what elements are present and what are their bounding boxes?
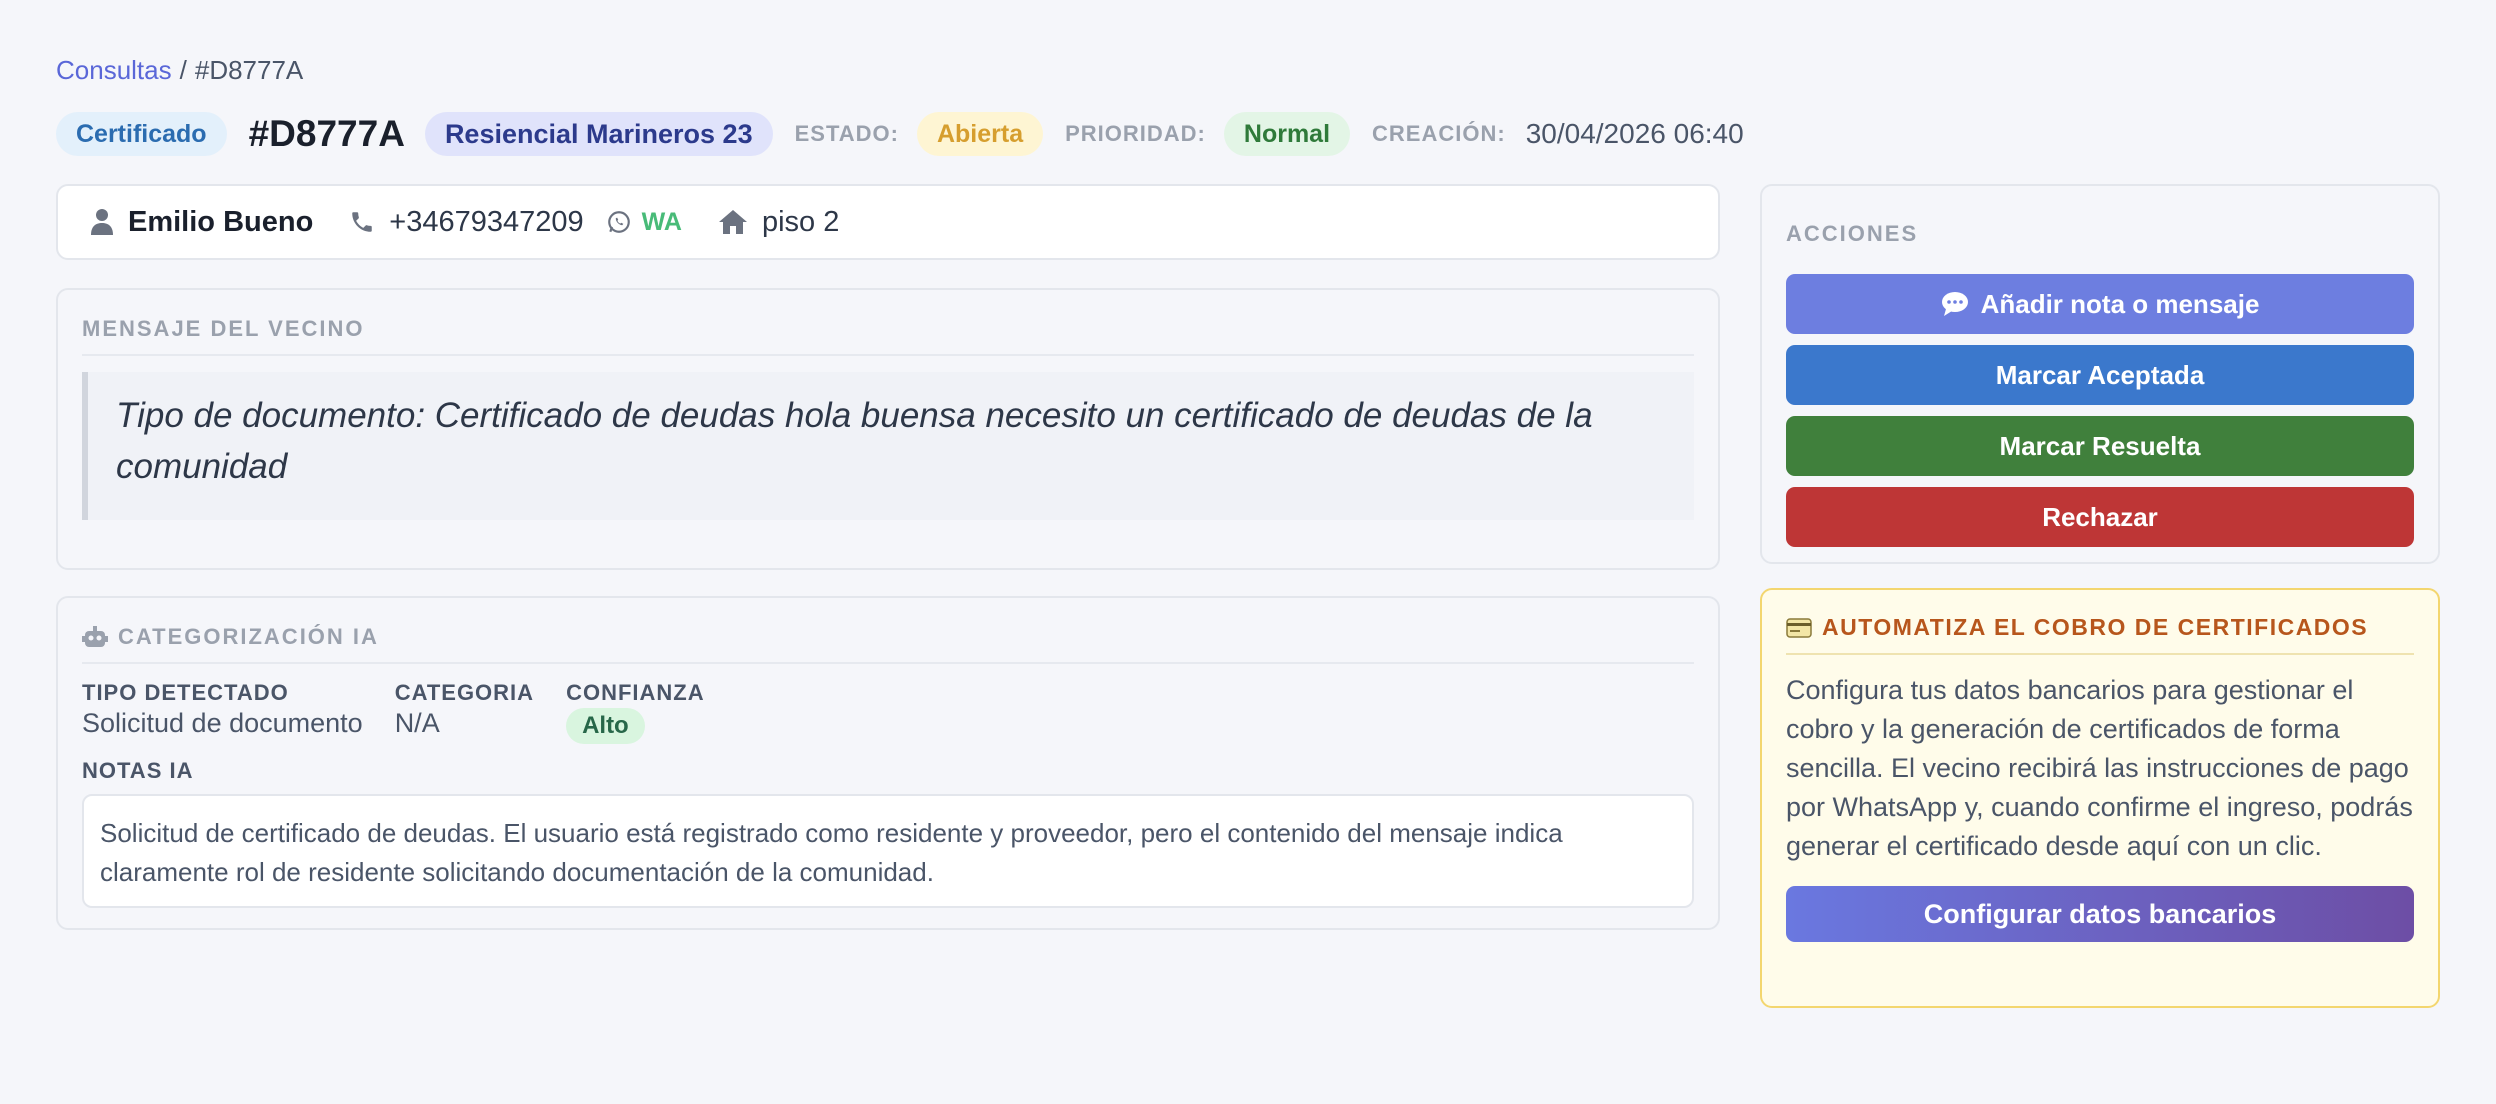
whatsapp-link[interactable]: WA: [606, 208, 682, 237]
ai-category: CATEGORIA N/A: [395, 680, 534, 744]
robot-icon: [82, 626, 108, 647]
automation-promo-card: AUTOMATIZA EL COBRO DE CERTIFICADOS Conf…: [1760, 588, 2440, 1008]
add-note-button[interactable]: Añadir nota o mensaje: [1786, 274, 2414, 334]
contact-name: Emilio Bueno: [128, 205, 314, 238]
whatsapp-label: WA: [641, 207, 682, 236]
status-label: ESTADO:: [794, 121, 899, 146]
add-note-label: Añadir nota o mensaje: [1980, 288, 2260, 319]
ai-notes-text: Solicitud de certificado de deudas. El u…: [82, 794, 1694, 908]
created-date: 30/04/2026 06:40: [1525, 118, 1744, 149]
category-value: N/A: [394, 708, 440, 738]
mark-resolved-button[interactable]: Marcar Resuelta: [1786, 416, 2414, 476]
neighbor-message-text: Tipo de documento: Certificado de deudas…: [82, 372, 1694, 520]
phone-icon: [352, 212, 373, 232]
ai-fields: TIPO DETECTADO Solicitud de documento CA…: [82, 680, 1694, 744]
contact-name-item: Emilio Bueno: [90, 206, 313, 239]
ai-categorization-card: CATEGORIZACIÓN IA TIPO DETECTADO Solicit…: [56, 596, 1720, 930]
confidence-label: CONFIANZA: [566, 680, 705, 705]
configure-bank-button[interactable]: Configurar datos bancarios: [1786, 886, 2414, 942]
breadcrumb-separator: /: [179, 54, 187, 85]
actions-card: ACCIONES Añadir nota o mensaje Marcar Ac…: [1760, 184, 2440, 564]
community-badge[interactable]: Resiencial Marineros 23: [424, 112, 773, 156]
breadcrumb-current: #D8777A: [194, 54, 304, 85]
ai-section-title: CATEGORIZACIÓN IA: [118, 624, 379, 649]
contact-phone-item[interactable]: +34679347209: [349, 205, 584, 239]
priority-label: PRIORIDAD:: [1065, 121, 1206, 146]
ticket-header: Certificado #D8777A Resiencial Marineros…: [56, 110, 2440, 158]
promo-title: AUTOMATIZA EL COBRO DE CERTIFICADOS: [1822, 614, 2369, 640]
ticket-detail-page: Consultas / #D8777A Certificado #D8777A …: [0, 0, 2496, 1104]
created-label: CREACIÓN:: [1372, 121, 1506, 146]
status-badge: Abierta: [916, 112, 1044, 156]
contact-unit: piso 2: [761, 205, 840, 238]
ai-detected-type: TIPO DETECTADO Solicitud de documento: [82, 680, 363, 744]
side-column: ACCIONES Añadir nota o mensaje Marcar Ac…: [1760, 184, 2440, 1008]
contact-card: Emilio Bueno +34679347209 WA piso 2: [56, 184, 1720, 260]
type-badge: Certificado: [56, 112, 227, 156]
message-section-title: MENSAJE DEL VECINO: [82, 316, 1694, 356]
promo-header: AUTOMATIZA EL COBRO DE CERTIFICADOS: [1786, 614, 2414, 655]
detected-type-label: TIPO DETECTADO: [82, 680, 289, 705]
promo-text: Configura tus datos bancarios para gesti…: [1786, 675, 2413, 861]
neighbor-message-card: MENSAJE DEL VECINO Tipo de documento: Ce…: [56, 288, 1720, 570]
user-icon: [91, 209, 113, 235]
credit-card-icon: [1786, 617, 1812, 638]
ai-confidence: CONFIANZA Alto: [566, 680, 705, 744]
breadcrumb: Consultas / #D8777A: [56, 50, 2440, 90]
detected-type-value: Solicitud de documento: [82, 708, 363, 738]
whatsapp-icon: [607, 211, 630, 233]
reject-button[interactable]: Rechazar: [1786, 487, 2414, 547]
home-icon: [718, 210, 747, 234]
breadcrumb-link-consultas[interactable]: Consultas: [56, 55, 172, 86]
contact-phone: +34679347209: [389, 205, 584, 238]
contact-unit-item: piso 2: [718, 206, 839, 239]
main-column: Emilio Bueno +34679347209 WA piso 2 MENS…: [56, 184, 1720, 930]
category-label: CATEGORIA: [394, 680, 535, 705]
confidence-badge: Alto: [566, 708, 645, 744]
priority-badge: Normal: [1223, 112, 1351, 156]
actions-title: ACCIONES: [1786, 221, 1919, 246]
ai-notes-label: NOTAS IA: [82, 758, 194, 783]
mark-accepted-button[interactable]: Marcar Aceptada: [1786, 345, 2414, 405]
ai-section-header: CATEGORIZACIÓN IA: [82, 624, 1694, 664]
ticket-id: #D8777A: [248, 113, 405, 154]
speech-bubble-icon: [1941, 292, 1968, 316]
